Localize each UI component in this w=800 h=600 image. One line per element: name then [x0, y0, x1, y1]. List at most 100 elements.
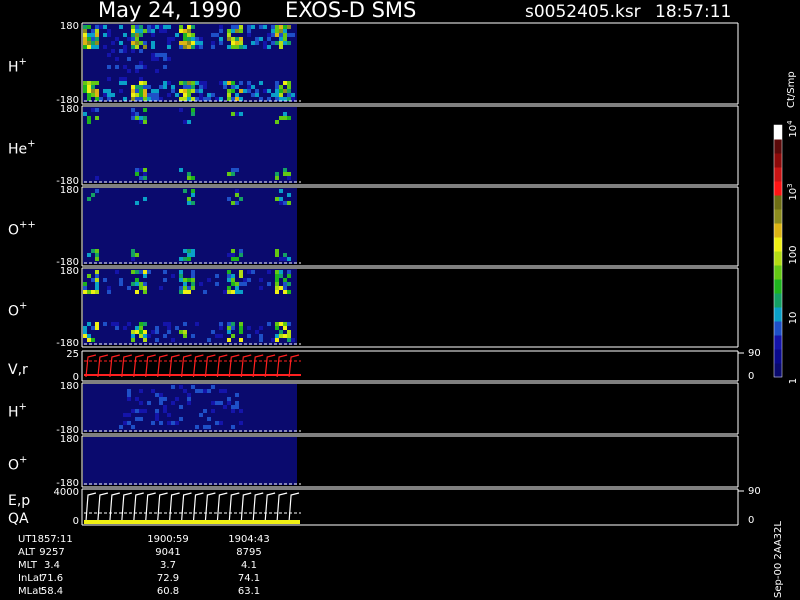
heatmap-cell — [291, 93, 295, 97]
heatmap-cell — [231, 326, 235, 330]
heatmap-cell — [143, 41, 147, 45]
heatmap-cell — [275, 89, 279, 93]
heatmap-cell — [227, 97, 231, 101]
heatmap-cell — [219, 326, 223, 330]
heatmap-cell — [183, 41, 187, 45]
heatmap-cell — [103, 93, 107, 97]
heatmap-cell — [207, 97, 211, 101]
heatmap-cell — [175, 421, 179, 425]
heatmap-cell — [275, 286, 279, 290]
heatmap-cell — [87, 120, 91, 124]
heatmap-cell — [127, 393, 131, 397]
heatmap-cell — [87, 116, 91, 120]
panel-ymax-label: 180 — [60, 21, 79, 32]
heatmap-cell — [95, 93, 99, 97]
heatmap-cell — [135, 65, 139, 69]
heatmap-cell — [291, 33, 295, 37]
heatmap-cell — [283, 89, 287, 93]
heatmap-cell — [83, 112, 87, 116]
heatmap-cell — [163, 409, 167, 413]
heatmap-cell — [183, 29, 187, 33]
heatmap-cell — [239, 45, 243, 49]
heatmap-cell — [203, 389, 207, 393]
heatmap-cell — [195, 81, 199, 85]
heatmap-cell — [143, 29, 147, 33]
heatmap-cell — [91, 108, 95, 112]
heatmap-cell — [119, 77, 123, 81]
heatmap-cell — [199, 413, 203, 417]
heatmap-cell — [183, 322, 187, 326]
heatmap-cell — [283, 116, 287, 120]
heatmap-cell — [155, 93, 159, 97]
heatmap-cell — [179, 41, 183, 45]
heatmap-cell — [259, 286, 263, 290]
heatmap-cell — [195, 425, 199, 429]
heatmap-cell — [151, 45, 155, 49]
heatmap-cell — [163, 85, 167, 89]
heatmap-cell — [235, 189, 239, 193]
heatmap-cell — [283, 172, 287, 176]
heatmap-cell — [227, 172, 231, 176]
heatmap-cell — [135, 290, 139, 294]
heatmap-cell — [135, 326, 139, 330]
heatmap-cell — [247, 334, 251, 338]
heatmap-cell — [239, 326, 243, 330]
panel-label-sup: + — [27, 139, 35, 150]
heatmap-cell — [259, 326, 263, 330]
exos-d-sms-spectrogram: May 24, 1990 EXOS-D SMS s0052405.ksr 18:… — [8, 0, 799, 598]
heatmap-cell — [191, 249, 195, 253]
heatmap-cell — [199, 41, 203, 45]
heatmap-cell — [187, 286, 191, 290]
heatmap-cell — [135, 116, 139, 120]
heatmap-cell — [183, 389, 187, 393]
heatmap-cell — [115, 57, 119, 61]
heatmap-cell — [159, 401, 163, 405]
ephemeris-value: 1900:59 — [147, 534, 189, 545]
heatmap-cell — [151, 421, 155, 425]
heatmap-cell — [135, 89, 139, 93]
heatmap-cell — [135, 29, 139, 33]
heatmap-cell — [131, 330, 135, 334]
heatmap-cell — [131, 270, 135, 274]
heatmap-cell — [275, 322, 279, 326]
heatmap-cell — [167, 330, 171, 334]
heatmap-cell — [143, 197, 147, 201]
heatmap-cell — [187, 29, 191, 33]
heatmap-cell — [199, 97, 203, 101]
heatmap-cell — [87, 45, 91, 49]
plot-instrument: EXOS-D SMS — [285, 0, 416, 22]
colorbar-swatch — [774, 125, 782, 140]
heatmap-cell — [235, 37, 239, 41]
panel-label-sup: + — [19, 455, 27, 466]
heatmap-cell — [95, 326, 99, 330]
heatmap-cell — [207, 338, 211, 342]
ephemeris-value: 9041 — [155, 547, 180, 558]
heatmap-cell — [235, 286, 239, 290]
heatmap-cell — [163, 81, 167, 85]
heatmap-cell — [151, 25, 155, 29]
heatmap-cell — [231, 282, 235, 286]
heatmap-cell — [139, 97, 143, 101]
heatmap-cell — [279, 270, 283, 274]
heatmap-cell — [163, 53, 167, 57]
heatmap-cell — [283, 25, 287, 29]
heatmap-cell — [87, 93, 91, 97]
heatmap-cell — [139, 93, 143, 97]
heatmap-cell — [223, 85, 227, 89]
heatmap-cell — [279, 45, 283, 49]
heatmap-cell — [139, 282, 143, 286]
panel-stack: 180-180H+180-180He+180-180O++180-180O+25… — [8, 21, 761, 527]
heatmap-cell — [279, 41, 283, 45]
panel-ymax-label: 4000 — [54, 487, 79, 498]
heatmap-cell — [91, 249, 95, 253]
heatmap-cell — [227, 322, 231, 326]
panel-right-min-label: 0 — [748, 371, 754, 382]
heatmap-cell — [131, 116, 135, 120]
ephemeris-value: 72.9 — [157, 573, 179, 584]
heatmap-cell — [235, 282, 239, 286]
heatmap-cell — [151, 57, 155, 61]
heatmap-cell — [91, 278, 95, 282]
heatmap-cell — [247, 89, 251, 93]
heatmap-cell — [287, 322, 291, 326]
heatmap-cell — [271, 93, 275, 97]
